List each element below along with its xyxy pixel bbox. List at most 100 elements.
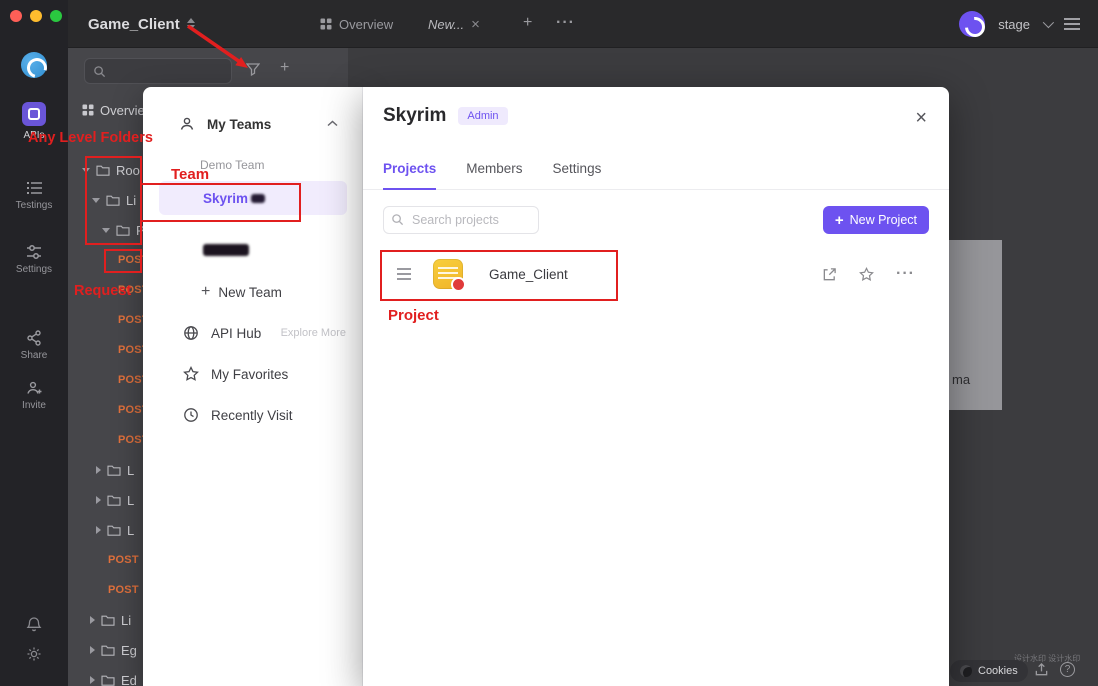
folder-icon xyxy=(96,165,110,176)
team-item-skyrim[interactable]: Skyrim xyxy=(159,181,347,215)
modal-title: Skyrim xyxy=(383,105,447,126)
menu-icon[interactable] xyxy=(1064,23,1080,25)
invite-user-icon xyxy=(26,381,41,394)
testings-icon xyxy=(26,182,42,194)
caret-right-icon xyxy=(96,496,101,504)
new-project-button[interactable]: New Project xyxy=(822,206,929,234)
caret-right-icon xyxy=(90,676,95,684)
app-header: Game_Client Overview New... stage xyxy=(68,0,1098,48)
folder-icon xyxy=(101,645,115,656)
new-team-button[interactable]: New Team xyxy=(143,275,362,309)
sidebar-item-settings[interactable]: Settings xyxy=(0,244,68,275)
drag-handle-icon[interactable] xyxy=(397,273,411,275)
project-icon xyxy=(433,259,466,292)
cookies-button[interactable]: Cookies xyxy=(950,660,1028,682)
annotation-label-request: Request xyxy=(74,283,132,299)
close-modal-button[interactable] xyxy=(915,107,927,130)
favorite-star-icon[interactable] xyxy=(859,266,874,282)
folder-icon xyxy=(107,495,121,506)
folder-icon xyxy=(101,675,115,686)
share-icon xyxy=(27,330,41,346)
team-group-label: Demo Team xyxy=(200,158,265,172)
apis-icon xyxy=(22,102,46,126)
project-name: Game_Client xyxy=(489,266,568,282)
chevron-up-icon xyxy=(327,120,338,127)
caret-right-icon xyxy=(90,646,95,654)
tab-members[interactable]: Members xyxy=(466,161,522,189)
project-row[interactable]: Game_Client xyxy=(383,248,929,300)
globe-icon xyxy=(184,326,198,340)
app-logo[interactable] xyxy=(21,52,47,78)
caret-right-icon xyxy=(96,466,101,474)
tab-overview[interactable]: Overview xyxy=(320,0,393,48)
window-zoom-button[interactable] xyxy=(50,10,62,22)
user-icon xyxy=(180,117,194,130)
tree-search-input[interactable] xyxy=(84,58,232,84)
switch-project-icon xyxy=(186,18,195,30)
sliders-icon xyxy=(27,245,41,259)
sidebar-item-invite[interactable]: Invite xyxy=(0,380,68,411)
my-favorites-item[interactable]: My Favorites xyxy=(143,357,362,391)
app-screenshot: ma Game_Client Overview New... stage xyxy=(0,0,1098,686)
team-item-redacted[interactable] xyxy=(159,233,347,267)
project-search-input[interactable] xyxy=(383,206,539,234)
search-icon xyxy=(94,65,106,77)
tab-new-request[interactable]: New... xyxy=(428,0,480,48)
caret-right-icon xyxy=(96,526,101,534)
schema-fragment-text: ma xyxy=(952,372,971,387)
add-api-button[interactable] xyxy=(280,59,289,77)
caret-right-icon xyxy=(90,616,95,624)
caret-down-icon xyxy=(82,167,90,173)
tab-projects[interactable]: Projects xyxy=(383,161,437,190)
notifications-bell-icon[interactable] xyxy=(26,616,42,632)
background-right-panel-fragment: ma xyxy=(948,240,1002,410)
redacted-text xyxy=(251,193,266,203)
modal-toolbar: New Project xyxy=(383,206,929,234)
clock-icon xyxy=(184,408,198,422)
recently-visit-item[interactable]: Recently Visit xyxy=(143,398,362,432)
folder-icon xyxy=(107,525,121,536)
close-tab-icon[interactable] xyxy=(471,16,480,33)
filter-funnel-icon[interactable] xyxy=(246,63,260,76)
annotation-label-project: Project xyxy=(388,307,439,324)
api-hub-item[interactable]: API Hub Explore More xyxy=(143,316,362,350)
window-minimize-button[interactable] xyxy=(30,10,42,22)
chevron-down-icon[interactable] xyxy=(1042,16,1055,29)
watermark: 设计水印 设计水印 xyxy=(1014,654,1081,663)
caret-down-icon xyxy=(102,227,110,233)
modal-tabs: Projects Members Settings xyxy=(363,161,949,190)
explore-more-label: Explore More xyxy=(280,327,346,339)
upload-icon[interactable] xyxy=(1034,662,1049,677)
sidebar-item-share[interactable]: Share xyxy=(0,330,68,361)
annotation-label-folders: Any Level Folders xyxy=(28,130,153,146)
my-teams-toggle[interactable]: My Teams xyxy=(143,107,362,141)
header-right-group: stage xyxy=(959,0,1080,48)
project-actions xyxy=(822,265,915,283)
current-project-title: Game_Client xyxy=(88,15,180,33)
modal-header: Skyrim Admin xyxy=(363,87,949,127)
grid-icon xyxy=(320,18,332,30)
folder-icon xyxy=(101,615,115,626)
folder-icon xyxy=(106,195,120,206)
settings-gear-icon[interactable] xyxy=(26,646,42,662)
folder-icon xyxy=(107,465,121,476)
tab-more-options-icon[interactable] xyxy=(556,14,575,32)
window-close-button[interactable] xyxy=(10,10,22,22)
open-in-new-icon[interactable] xyxy=(822,267,837,282)
caret-down-icon xyxy=(92,197,100,203)
app-sidebar: APIs Testings Settings Share Invite xyxy=(0,0,68,686)
environment-selector[interactable]: stage xyxy=(998,17,1030,32)
add-tab-button[interactable] xyxy=(523,14,532,32)
user-avatar[interactable] xyxy=(959,11,986,37)
star-icon xyxy=(183,366,199,381)
project-search xyxy=(383,206,539,234)
help-icon[interactable] xyxy=(1060,662,1075,677)
grid-icon xyxy=(82,104,94,116)
redacted-team-name xyxy=(203,244,249,256)
search-icon xyxy=(392,214,404,226)
project-switcher[interactable]: Game_Client xyxy=(88,0,195,48)
tab-settings[interactable]: Settings xyxy=(553,161,602,189)
sidebar-item-testings[interactable]: Testings xyxy=(0,180,68,211)
cookie-icon xyxy=(960,665,972,677)
more-options-icon[interactable] xyxy=(896,265,915,283)
